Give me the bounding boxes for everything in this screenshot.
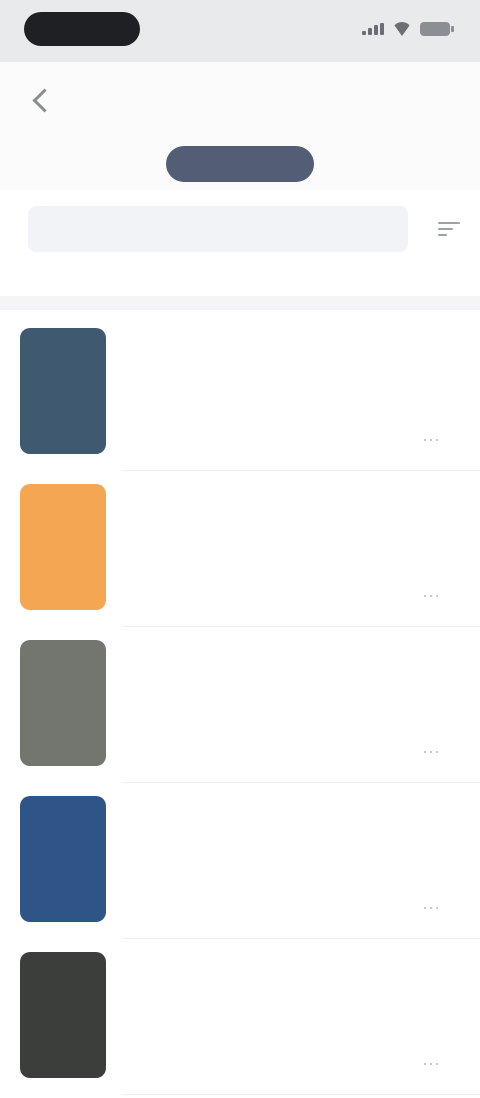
item-thumbnail	[20, 796, 106, 922]
section-divider	[0, 296, 480, 310]
item-thumbnail	[20, 640, 106, 766]
row-divider	[122, 938, 480, 939]
tab-third[interactable]	[344, 146, 440, 182]
item-thumbnail	[20, 328, 106, 454]
row-divider	[122, 470, 480, 471]
row-divider	[122, 782, 480, 783]
filter-icon[interactable]	[438, 218, 460, 240]
signal-icon	[362, 23, 384, 35]
item-thumbnail	[20, 484, 106, 610]
more-icon[interactable]: ⋯	[422, 898, 441, 919]
status-time	[24, 12, 140, 46]
list-item[interactable]: ⋯	[0, 942, 480, 1098]
tab-active[interactable]	[166, 146, 314, 182]
wifi-icon	[392, 22, 412, 36]
row-divider	[122, 1094, 480, 1095]
list-item[interactable]: ⋯	[0, 786, 480, 942]
status-bar	[0, 0, 480, 62]
more-icon[interactable]: ⋯	[422, 586, 441, 607]
more-icon[interactable]: ⋯	[422, 1054, 441, 1075]
list-item[interactable]: ⋯	[0, 474, 480, 630]
list-item[interactable]: ⋯	[0, 630, 480, 786]
more-icon[interactable]: ⋯	[422, 742, 441, 763]
row-divider	[122, 626, 480, 627]
tab-first[interactable]	[44, 146, 140, 182]
list-item[interactable]: ⋯	[0, 318, 480, 474]
status-icons	[362, 20, 454, 38]
more-icon[interactable]: ⋯	[422, 430, 441, 451]
filter-bar[interactable]	[28, 206, 408, 252]
battery-icon	[420, 22, 454, 36]
nav-bar	[0, 62, 480, 140]
item-thumbnail	[20, 952, 106, 1078]
